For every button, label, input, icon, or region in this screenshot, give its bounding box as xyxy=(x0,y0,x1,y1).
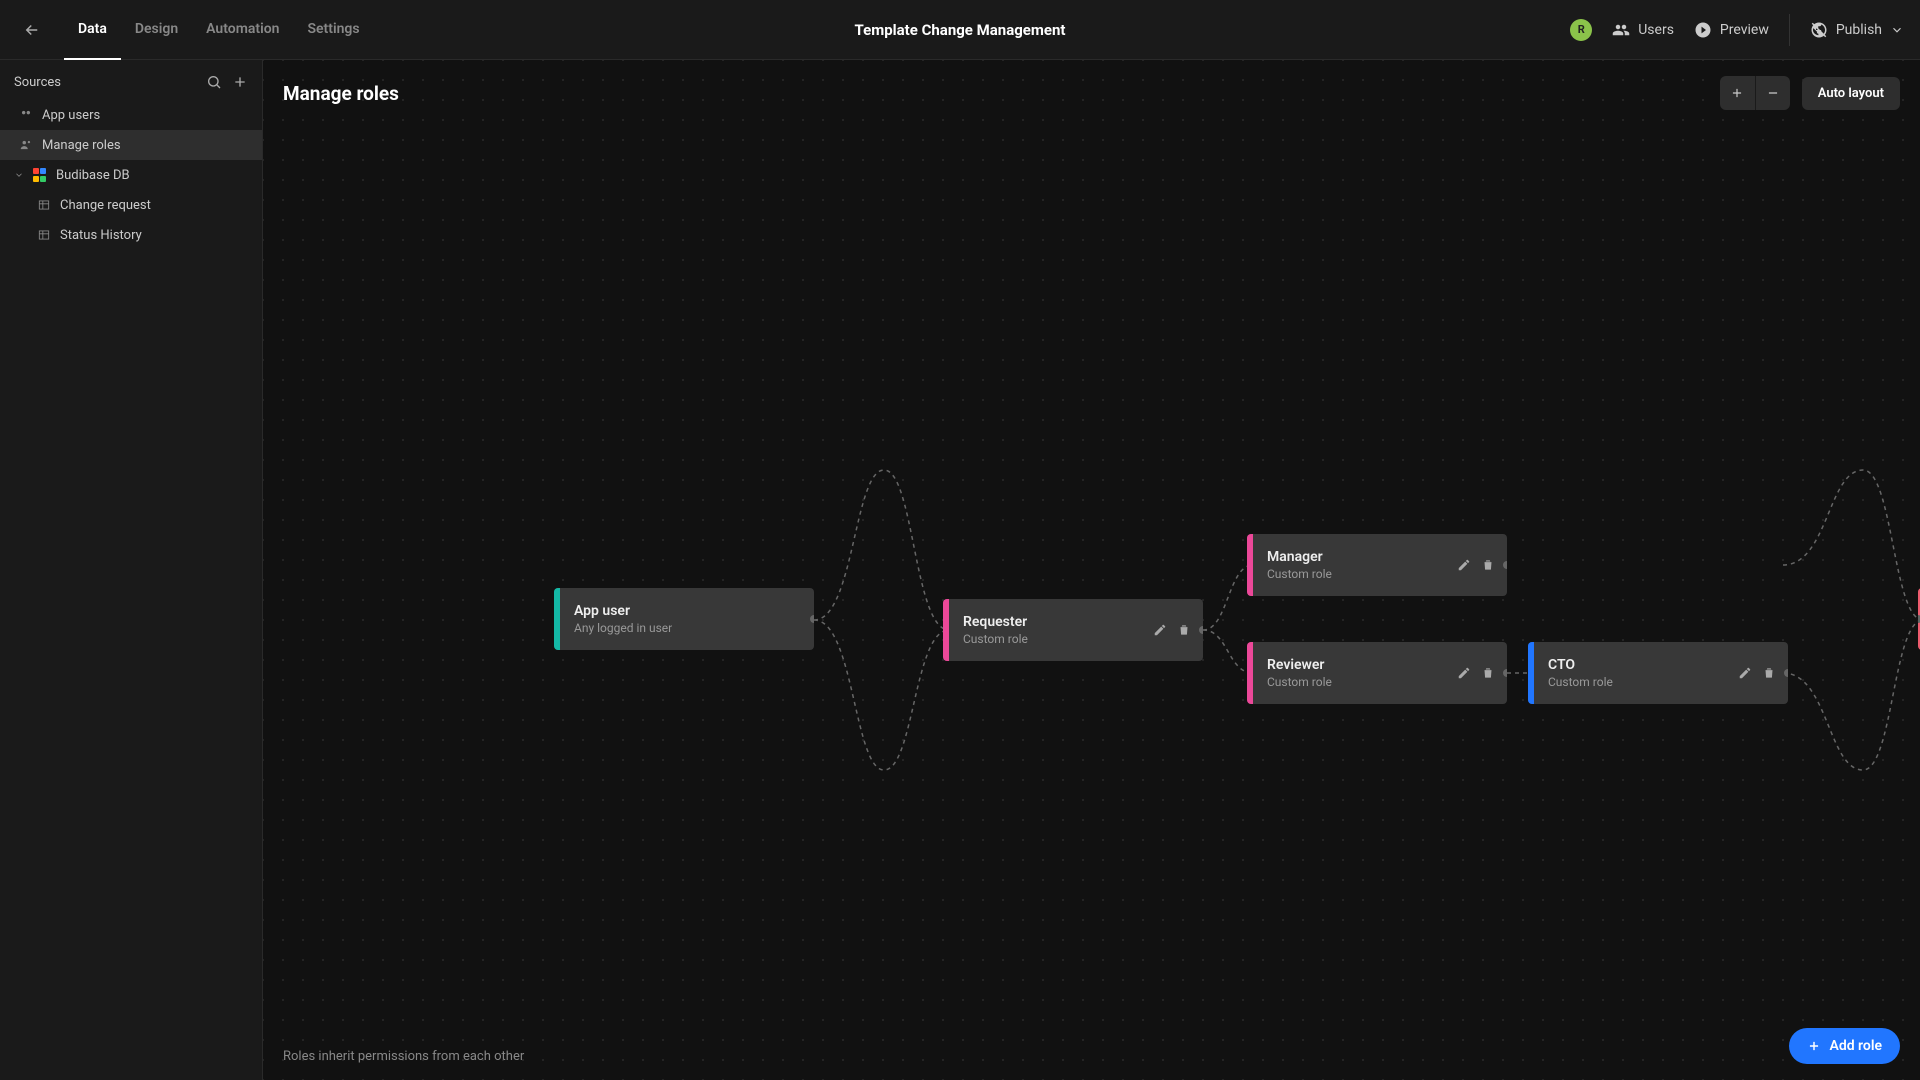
role-node-manager[interactable]: Manager Custom role xyxy=(1247,534,1507,596)
sidebar-item-budibase-db[interactable]: Budibase DB xyxy=(0,160,262,190)
page-title: Manage roles xyxy=(283,82,399,105)
sidebar-header: Sources xyxy=(0,74,262,100)
nav-tabs: Data Design Automation Settings xyxy=(64,0,374,60)
node-actions xyxy=(1738,642,1788,704)
sidebar-item-status-history[interactable]: Status History xyxy=(0,220,262,250)
sidebar-item-label: Change request xyxy=(60,198,151,213)
globe-off-icon xyxy=(1810,21,1828,39)
budibase-icon xyxy=(32,167,48,183)
node-handle-right[interactable] xyxy=(1784,669,1788,677)
node-handle-right[interactable] xyxy=(1503,561,1507,569)
back-button[interactable] xyxy=(16,14,48,46)
trash-icon[interactable] xyxy=(1762,666,1776,680)
sidebar: Sources App users Manage roles Budibase … xyxy=(0,60,263,1080)
role-node-requester[interactable]: Requester Custom role xyxy=(943,599,1203,661)
preview-label: Preview xyxy=(1720,22,1769,38)
users-button[interactable]: Users xyxy=(1612,21,1674,39)
node-title: App user xyxy=(574,603,800,619)
plus-icon xyxy=(1807,1039,1821,1053)
avatar[interactable]: R xyxy=(1570,19,1592,41)
node-body: Reviewer Custom role xyxy=(1253,642,1457,704)
add-role-label: Add role xyxy=(1829,1038,1882,1054)
pencil-icon[interactable] xyxy=(1457,666,1471,680)
pencil-icon[interactable] xyxy=(1738,666,1752,680)
sidebar-item-change-request[interactable]: Change request xyxy=(0,190,262,220)
search-icon[interactable] xyxy=(206,74,222,90)
source-tree: App users Manage roles Budibase DB Chang… xyxy=(0,100,262,250)
canvas[interactable]: Manage roles Auto layout App user Any lo… xyxy=(263,60,1920,1080)
arrow-left-icon xyxy=(23,21,41,39)
role-node-app-user[interactable]: App user Any logged in user xyxy=(554,588,814,650)
sidebar-item-app-users[interactable]: App users xyxy=(0,100,262,130)
sidebar-item-label: Status History xyxy=(60,228,142,243)
node-title: Manager xyxy=(1267,549,1443,565)
sidebar-item-label: Budibase DB xyxy=(56,168,130,183)
play-circle-icon xyxy=(1694,21,1712,39)
table-icon xyxy=(36,197,52,213)
node-subtitle: Custom role xyxy=(1267,675,1443,689)
role-node-reviewer[interactable]: Reviewer Custom role xyxy=(1247,642,1507,704)
tab-automation[interactable]: Automation xyxy=(192,0,293,60)
plus-icon[interactable] xyxy=(232,74,248,90)
add-role-button[interactable]: Add role xyxy=(1789,1028,1900,1064)
tab-settings[interactable]: Settings xyxy=(293,0,373,60)
table-icon xyxy=(36,227,52,243)
roles-icon xyxy=(18,137,34,153)
users-icon xyxy=(1612,21,1630,39)
canvas-background xyxy=(263,60,1920,1080)
chevron-down-icon xyxy=(14,170,24,180)
node-actions xyxy=(1457,534,1507,596)
node-subtitle: Any logged in user xyxy=(574,621,800,635)
footer-hint: Roles inherit permissions from each othe… xyxy=(283,1049,524,1064)
node-body: App user Any logged in user xyxy=(560,588,814,650)
node-handle-right[interactable] xyxy=(1199,626,1203,634)
node-handle-right[interactable] xyxy=(810,615,814,623)
main: Sources App users Manage roles Budibase … xyxy=(0,60,1920,1080)
node-actions xyxy=(1457,642,1507,704)
node-subtitle: Custom role xyxy=(1548,675,1724,689)
preview-button[interactable]: Preview xyxy=(1694,21,1769,39)
sidebar-item-manage-roles[interactable]: Manage roles xyxy=(0,130,262,160)
node-title: Reviewer xyxy=(1267,657,1443,673)
node-subtitle: Custom role xyxy=(1267,567,1443,581)
node-handle-right[interactable] xyxy=(1503,669,1507,677)
node-body: CTO Custom role xyxy=(1534,642,1738,704)
pencil-icon[interactable] xyxy=(1457,558,1471,572)
node-title: CTO xyxy=(1548,657,1724,673)
chevron-down-icon xyxy=(1890,23,1904,37)
topbar-left: Data Design Automation Settings xyxy=(16,0,374,60)
minus-icon xyxy=(1766,86,1780,100)
node-title: Requester xyxy=(963,614,1139,630)
node-body: Requester Custom role xyxy=(949,599,1153,661)
users-small-icon xyxy=(18,107,34,123)
pencil-icon[interactable] xyxy=(1153,623,1167,637)
sidebar-actions xyxy=(206,74,248,90)
role-node-cto[interactable]: CTO Custom role xyxy=(1528,642,1788,704)
node-body: Manager Custom role xyxy=(1253,534,1457,596)
app-title: Template Change Management xyxy=(855,21,1066,39)
node-actions xyxy=(1153,599,1203,661)
sidebar-item-label: App users xyxy=(42,108,100,123)
sidebar-item-label: Manage roles xyxy=(42,138,121,153)
zoom-in-button[interactable] xyxy=(1720,76,1755,110)
users-label: Users xyxy=(1638,22,1674,38)
plus-icon xyxy=(1730,86,1744,100)
node-subtitle: Custom role xyxy=(963,632,1139,646)
topbar: Data Design Automation Settings Template… xyxy=(0,0,1920,60)
topbar-right: R Users Preview Publish xyxy=(1570,14,1904,46)
canvas-header: Manage roles Auto layout xyxy=(283,76,1900,110)
auto-layout-button[interactable]: Auto layout xyxy=(1802,77,1900,110)
canvas-actions: Auto layout xyxy=(1720,76,1900,110)
zoom-group xyxy=(1720,76,1790,110)
publish-label: Publish xyxy=(1836,22,1882,38)
sidebar-title: Sources xyxy=(14,75,61,90)
zoom-out-button[interactable] xyxy=(1755,76,1790,110)
publish-button[interactable]: Publish xyxy=(1789,14,1904,46)
trash-icon[interactable] xyxy=(1481,666,1495,680)
trash-icon[interactable] xyxy=(1177,623,1191,637)
trash-icon[interactable] xyxy=(1481,558,1495,572)
tab-design[interactable]: Design xyxy=(121,0,192,60)
tab-data[interactable]: Data xyxy=(64,0,121,60)
